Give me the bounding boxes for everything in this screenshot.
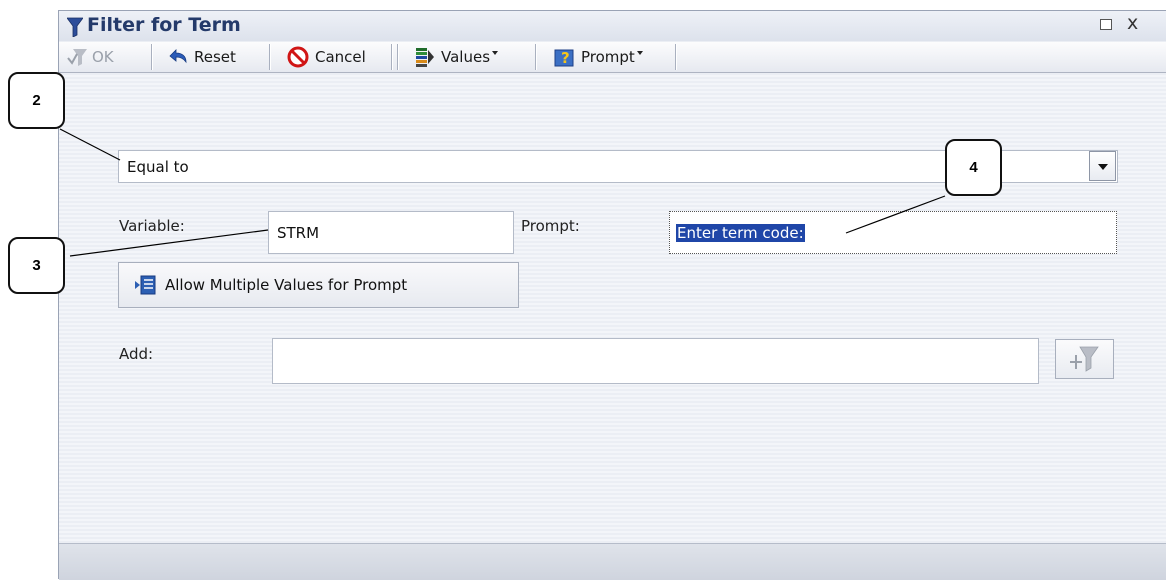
values-label: Values [441,48,491,66]
callout-2-number: 2 [32,92,41,109]
callout-3-number: 3 [32,257,41,274]
add-input[interactable] [272,338,1039,384]
prompt-field[interactable]: Enter term code: [669,211,1117,254]
toolbar-separator [397,44,399,70]
toolbar-separator [391,44,393,70]
add-label: Add: [119,345,154,363]
toolbar: OK Reset Cancel Values ? Prompt [59,42,1166,73]
cancel-button[interactable]: Cancel [287,45,366,69]
status-bar [59,543,1166,580]
add-filter-icon [1070,346,1099,372]
callout-4: 4 [945,139,1002,196]
variable-field[interactable]: STRM [268,211,514,254]
add-filter-button[interactable] [1055,339,1114,379]
toolbar-separator [675,44,677,70]
variable-label: Variable: [119,217,185,235]
prompt-label: Prompt [581,48,635,66]
callout-4-number: 4 [969,159,978,176]
filter-dialog: Filter for Term x OK Reset Cancel Values… [58,10,1166,580]
allow-multiple-values-label: Allow Multiple Values for Prompt [165,276,408,294]
filter-check-icon [67,49,87,66]
toolbar-separator [535,44,537,70]
toolbar-separator [151,44,153,70]
variable-value: STRM [277,223,320,242]
prompt-dropdown-caret [636,51,643,55]
values-dropdown-caret [492,51,499,55]
maximize-icon[interactable] [1100,19,1112,30]
title-bar: Filter for Term x [59,11,1166,41]
operator-value: Equal to [127,157,189,176]
multi-values-icon [135,275,156,295]
operator-dropdown-button[interactable] [1089,151,1116,181]
ok-button[interactable]: OK [67,45,114,69]
reset-label: Reset [194,48,236,66]
svg-text:?: ? [561,49,570,67]
close-icon[interactable]: x [1127,12,1138,34]
prompt-value: Enter term code: [676,223,805,242]
callout-2: 2 [8,72,65,129]
cancel-label: Cancel [315,48,366,66]
undo-arrow-icon [169,49,187,64]
prompt-field-label: Prompt: [521,217,580,235]
reset-button[interactable]: Reset [167,45,236,69]
prompt-button[interactable]: ? Prompt [553,45,643,69]
cancel-icon [287,46,309,68]
dialog-title: Filter for Term [87,14,241,36]
callout-3: 3 [8,237,65,294]
filter-icon [67,17,83,37]
toolbar-separator [269,44,271,70]
values-list-icon [416,48,434,67]
prompt-help-icon: ? [554,49,574,67]
chevron-down-icon [1098,164,1108,170]
values-button[interactable]: Values [413,45,499,69]
allow-multiple-values-button[interactable]: Allow Multiple Values for Prompt [118,262,519,308]
ok-label: OK [92,48,114,66]
